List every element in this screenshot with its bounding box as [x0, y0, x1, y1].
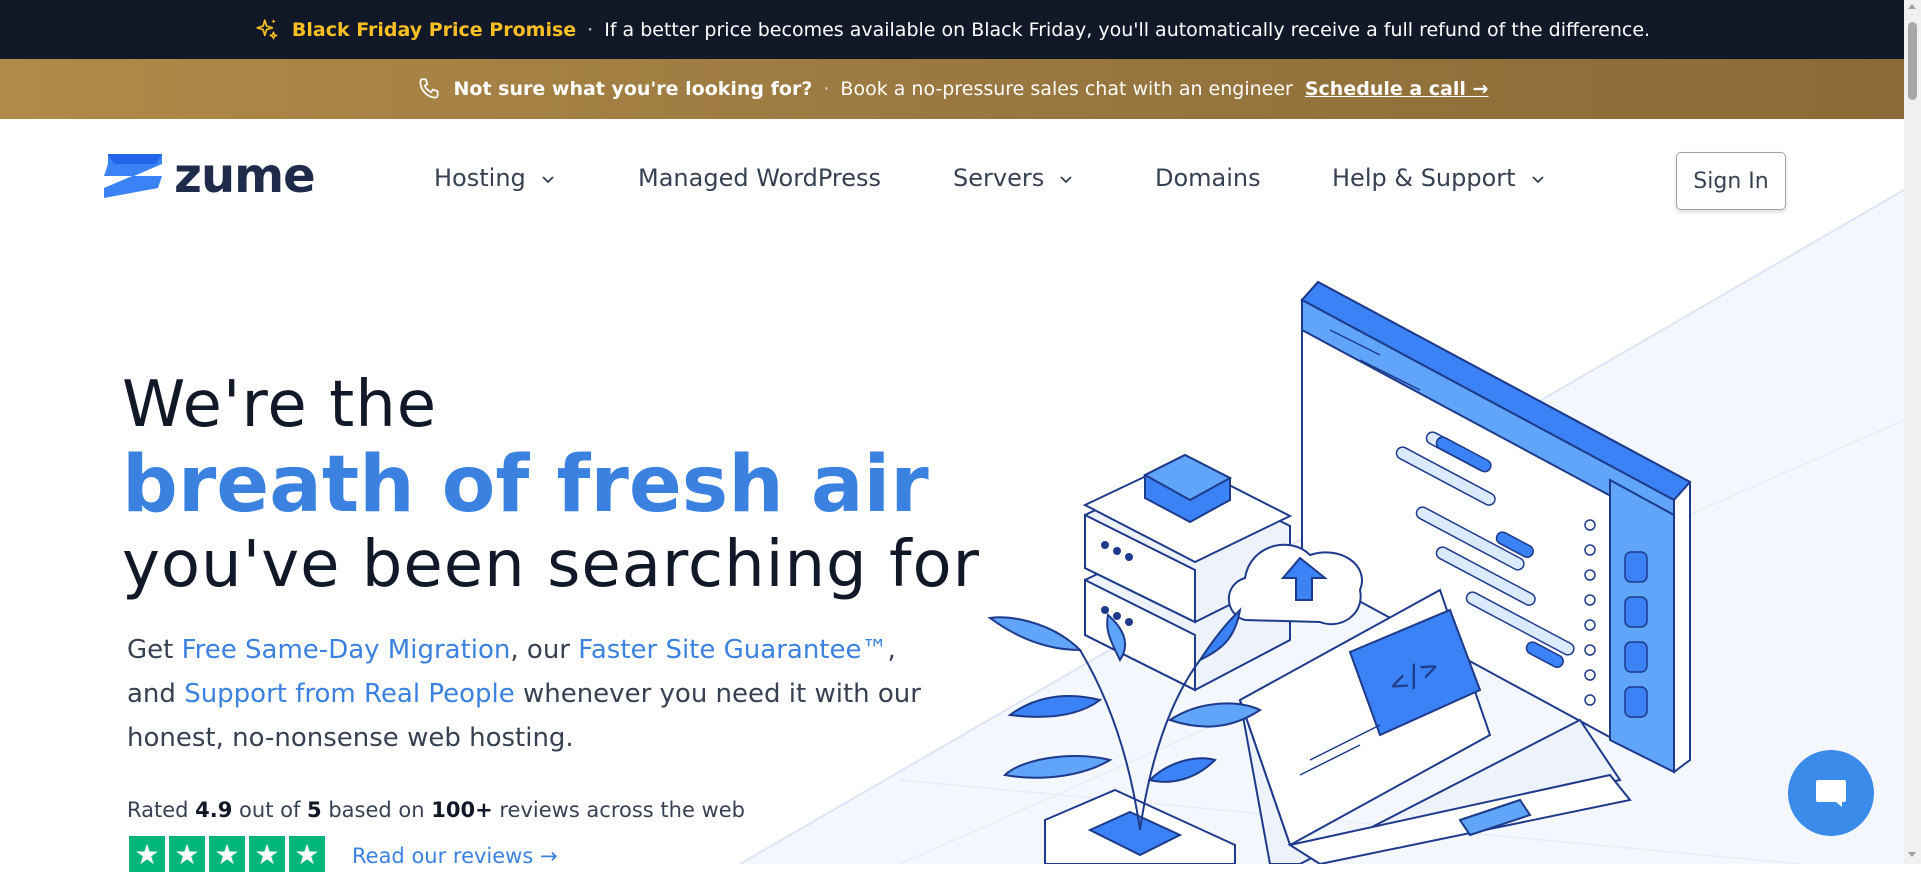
- star-icon: ★: [209, 836, 245, 872]
- zume-logo-mark-icon: [104, 154, 162, 198]
- main-navbar: zume Hosting Managed WordPress Servers D…: [0, 119, 1904, 239]
- rating-summary: Rated 4.9 out of 5 based on 100+ reviews…: [127, 798, 745, 822]
- hero-heading: We're the breath of fresh air you've bee…: [122, 365, 980, 605]
- free-migration-link[interactable]: Free Same-Day Migration: [182, 635, 511, 665]
- nav-servers-label: Servers: [953, 164, 1045, 192]
- black-friday-banner: Black Friday Price Promise · If a better…: [0, 0, 1904, 59]
- phone-icon: [418, 78, 439, 99]
- chat-bubble-icon: [1816, 780, 1846, 807]
- nav-managed-wordpress-label: Managed WordPress: [638, 164, 882, 192]
- sales-separator: ·: [823, 78, 830, 100]
- hero-description: Get Free Same-Day Migration, our Faster …: [127, 628, 927, 760]
- read-reviews-link[interactable]: Read our reviews →: [352, 844, 558, 868]
- desc-get: Get: [127, 635, 182, 665]
- nav-hosting-label: Hosting: [434, 164, 526, 192]
- star-icon: ★: [289, 836, 325, 872]
- rating-mid: out of: [232, 798, 308, 822]
- sales-question: Not sure what you're looking for?: [453, 78, 813, 100]
- star-icon: ★: [129, 836, 165, 872]
- nav-domains[interactable]: Domains: [1155, 164, 1261, 192]
- rating-score: 4.9: [195, 798, 233, 822]
- chevron-down-icon: [542, 176, 554, 184]
- chevron-down-icon: [1060, 176, 1072, 184]
- support-real-people-link[interactable]: Support from Real People: [184, 679, 515, 709]
- nav-help-support[interactable]: Help & Support: [1332, 164, 1546, 192]
- star-icon: ★: [169, 836, 205, 872]
- sparkle-icon: [256, 18, 278, 39]
- rating-count: 100+: [431, 798, 493, 822]
- star-icon: ★: [249, 836, 285, 872]
- nav-hosting[interactable]: Hosting: [434, 164, 556, 192]
- zume-logo[interactable]: zume: [104, 148, 316, 204]
- sales-chat-banner: Not sure what you're looking for? · Book…: [0, 59, 1904, 119]
- scroll-down-arrow-icon[interactable]: [1908, 852, 1916, 857]
- scroll-up-arrow-icon[interactable]: [1908, 4, 1916, 9]
- chat-launcher-button[interactable]: [1788, 750, 1874, 836]
- nav-managed-wordpress[interactable]: Managed WordPress: [638, 164, 881, 192]
- nav-help-support-label: Help & Support: [1332, 164, 1516, 192]
- schedule-call-link[interactable]: Schedule a call →: [1305, 78, 1489, 100]
- rating-based: based on: [321, 798, 432, 822]
- chevron-down-icon: [1531, 176, 1544, 184]
- svg-text:</>: </>: [1384, 650, 1444, 701]
- desc-our: , our: [510, 635, 579, 665]
- rating-max: 5: [307, 798, 322, 822]
- nav-servers[interactable]: Servers: [953, 164, 1074, 192]
- sign-in-button[interactable]: Sign In: [1676, 152, 1786, 210]
- logo-text: zume: [174, 148, 316, 204]
- hero-line-2: breath of fresh air: [122, 440, 929, 530]
- hero-line-1: We're the: [122, 368, 438, 442]
- scroll-thumb[interactable]: [1908, 22, 1917, 100]
- promo-title: Black Friday Price Promise: [291, 18, 577, 41]
- promo-separator: ·: [587, 18, 594, 41]
- rating-prefix: Rated: [127, 798, 196, 822]
- hero-line-3: you've been searching for: [122, 528, 980, 602]
- promo-message: If a better price becomes available on B…: [604, 18, 1651, 41]
- faster-site-guarantee-link[interactable]: Faster Site Guarantee™: [578, 635, 887, 665]
- sales-message: Book a no-pressure sales chat with an en…: [840, 78, 1293, 100]
- page-scrollbar[interactable]: [1904, 0, 1921, 864]
- nav-domains-label: Domains: [1155, 164, 1261, 192]
- rating-suffix: reviews across the web: [492, 798, 745, 822]
- trustpilot-stars: ★ ★ ★ ★ ★: [129, 836, 329, 872]
